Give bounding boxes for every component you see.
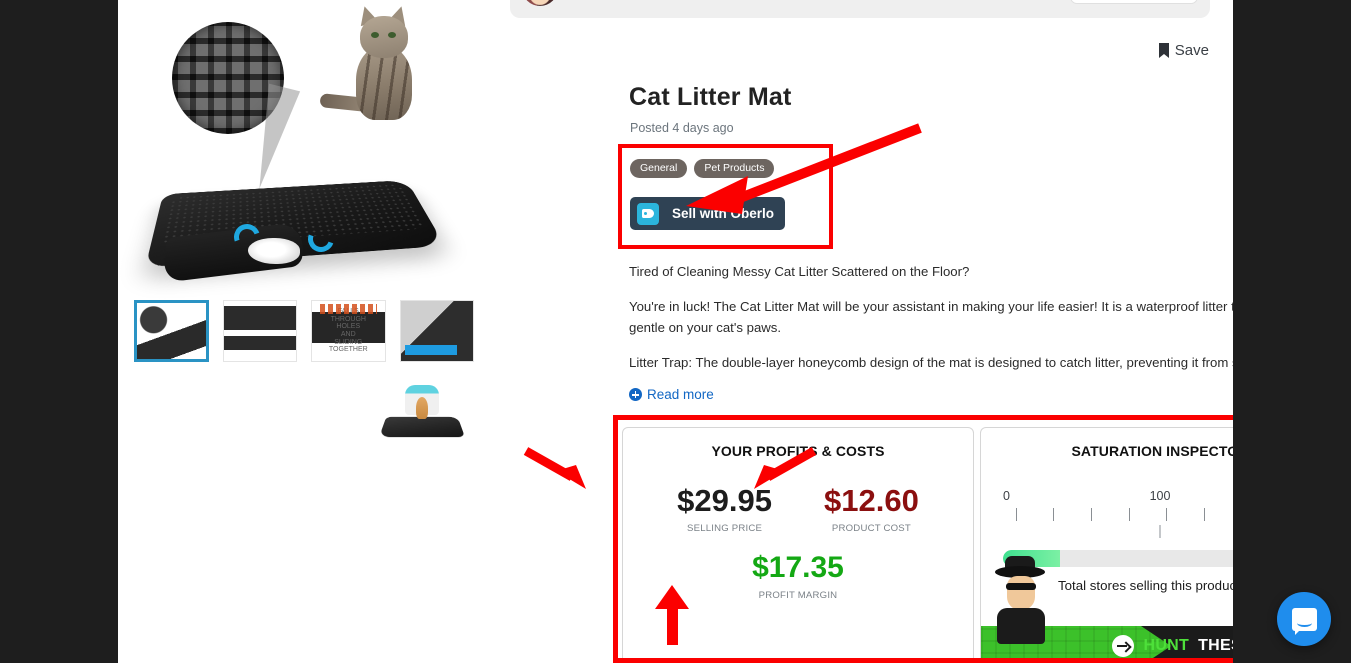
tag-general[interactable]: General <box>630 159 688 178</box>
advisor-ping-banner: Ping me for any question: Targeting, Tes… <box>510 0 1210 18</box>
save-label: Save <box>1174 42 1209 59</box>
plus-circle-icon <box>629 388 642 401</box>
profits-and-costs-panel: YOUR PROFITS & COSTS $29.95 SELLING PRIC… <box>622 427 974 663</box>
thumbnail-falls-through[interactable]: FALLS THROUGH HOLES AND SLIDING TOGETHER <box>311 300 386 362</box>
product-tags: General Pet Products <box>630 159 775 178</box>
profit-margin-cell: $17.35 PROFIT MARGIN <box>623 551 973 602</box>
fifth-mat-shape <box>379 416 465 438</box>
thumbnail-mat-with-cat[interactable] <box>134 300 209 362</box>
save-button[interactable]: Save <box>1158 42 1209 59</box>
arrow-right-circle-icon <box>1112 635 1135 657</box>
cat-head <box>360 16 408 58</box>
read-more-link[interactable]: Read more <box>629 387 714 402</box>
page-title: Cat Litter Mat <box>629 83 792 111</box>
thumbnail-cat-on-mat[interactable] <box>399 300 475 362</box>
intercom-chat-icon <box>1291 607 1317 631</box>
selling-price-caption: SELLING PRICE <box>687 523 763 534</box>
saturation-scale: 0 100 200+ <box>1003 489 1233 538</box>
hunt-word-rest: THESE STORES <box>1198 637 1233 654</box>
detective-character <box>989 556 1053 644</box>
litter-box-on-mat-image[interactable] <box>379 385 465 443</box>
detective-face <box>1007 576 1035 610</box>
detective-coat <box>997 608 1045 644</box>
cat-eye-left <box>371 32 379 38</box>
sell-with-oberlo-label: Sell with Oberlo <box>672 206 775 221</box>
advisor-avatar <box>522 0 558 6</box>
description-paragraph-3: Litter Trap: The double-layer honeycomb … <box>629 355 1233 371</box>
product-cost-caption: PRODUCT COST <box>831 523 911 534</box>
thumbnail-mat-dimensions[interactable] <box>222 300 298 362</box>
product-gallery: FALLS THROUGH HOLES AND SLIDING TOGETHER <box>118 0 486 663</box>
saturation-panel-title: SATURATION INSPECTOR <box>1071 443 1233 459</box>
product-cost-value: $12.60 <box>824 483 919 518</box>
hunt-label-group: HUNT THESE STORES <box>1112 626 1233 663</box>
description-paragraph-1: Tired of Cleaning Messy Cat Litter Scatt… <box>629 264 970 279</box>
detective-sunglasses <box>1006 583 1036 590</box>
hero-product-image[interactable] <box>130 0 478 286</box>
cat-eye-right <box>388 32 396 38</box>
thumbnail-caption: FALLS THROUGH HOLES AND SLIDING TOGETHER <box>328 307 368 354</box>
bookmark-icon <box>1158 42 1169 58</box>
profit-margin-caption: PROFIT MARGIN <box>758 590 838 601</box>
messenger-contact-button[interactable] <box>1070 0 1198 4</box>
thumbnail-strip: FALLS THROUGH HOLES AND SLIDING TOGETHER <box>134 300 475 362</box>
oberlo-tag-icon <box>637 202 659 225</box>
description-paragraph-2: You're in luck! The Cat Litter Mat will … <box>629 299 1233 335</box>
selling-price-cell: $29.95 SELLING PRICE <box>677 485 772 534</box>
scale-min-label: 0 <box>1003 489 1010 503</box>
product-cost-cell: $12.60 PRODUCT COST <box>824 485 919 534</box>
selling-price-value: $29.95 <box>677 483 772 518</box>
scale-tick-marks <box>1003 508 1233 521</box>
sell-with-oberlo-button[interactable]: Sell with Oberlo <box>630 197 785 230</box>
profits-panel-title: YOUR PROFITS & COSTS <box>711 443 885 459</box>
scale-mid-tick <box>1159 525 1161 538</box>
read-more-label: Read more <box>647 387 714 402</box>
cat-photo <box>319 0 434 120</box>
scale-mid-label: 100 <box>1149 489 1171 503</box>
hunt-word-highlight: HUNT <box>1143 637 1190 654</box>
right-dark-rail <box>1233 0 1351 663</box>
app-root: FALLS THROUGH HOLES AND SLIDING TOGETHER… <box>0 0 1351 663</box>
fifth-cat-shape <box>416 397 428 419</box>
saturation-inspector-panel: SATURATION INSPECTOR 0 100 200+ Total st… <box>980 427 1233 663</box>
tag-pet-products[interactable]: Pet Products <box>694 159 775 178</box>
left-dark-rail <box>0 0 118 663</box>
product-detail: Ping me for any question: Targeting, Tes… <box>490 0 1233 663</box>
profit-margin-value: $17.35 <box>752 551 844 584</box>
intercom-chat-launcher[interactable] <box>1277 592 1331 646</box>
product-description: Tired of Cleaning Messy Cat Litter Scatt… <box>629 262 1233 374</box>
page-canvas: FALLS THROUGH HOLES AND SLIDING TOGETHER… <box>118 0 1233 663</box>
posted-date: Posted 4 days ago <box>630 121 734 135</box>
price-row: $29.95 SELLING PRICE $12.60 PRODUCT COST <box>623 485 973 534</box>
